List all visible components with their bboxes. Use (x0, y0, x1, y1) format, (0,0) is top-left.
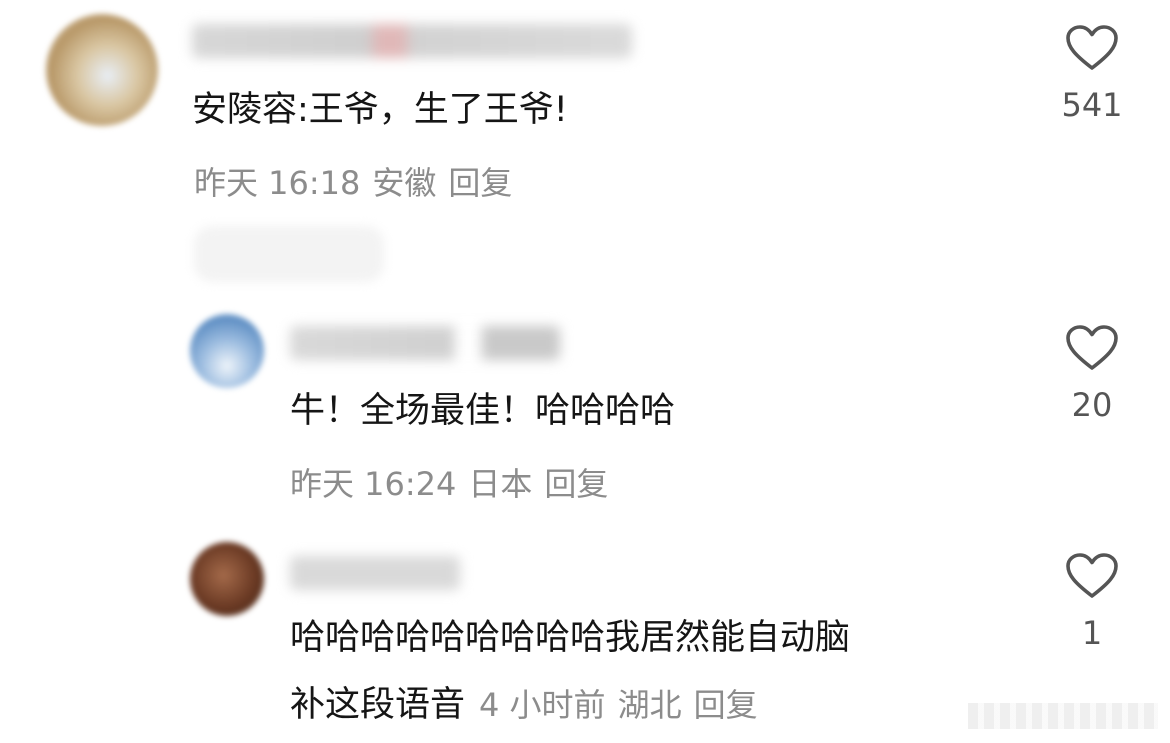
comment-text: 哈哈哈哈哈哈哈哈哈我居然能自动脑 (290, 618, 851, 658)
comment-time: 4 小时前 (479, 686, 606, 724)
reply-button[interactable]: 回复 (694, 686, 758, 724)
comment-time: 昨天 16:24 (290, 465, 457, 503)
like-button[interactable]: 1 (1052, 552, 1132, 652)
username-blurred[interactable] (290, 556, 460, 590)
comment-location: 湖北 (617, 686, 682, 724)
heart-outline-icon (1066, 25, 1118, 70)
like-count: 20 (1071, 386, 1113, 424)
avatar[interactable] (190, 314, 264, 388)
collapsed-replies[interactable] (194, 226, 384, 282)
comment-meta: 昨天 16:24 日本 回复 (290, 459, 620, 505)
comment-text-line2: 补这段语音 4 小时前 湖北 回复 (290, 675, 770, 735)
comment-time: 昨天 16:18 (194, 164, 361, 202)
username-blurred[interactable] (192, 24, 632, 58)
reply-button[interactable]: 回复 (448, 164, 512, 202)
comment-text-continued: 补这段语音 (290, 685, 466, 725)
like-count: 541 (1061, 86, 1123, 124)
comment-text: 安陵容:王爷，生了王爷! (192, 90, 568, 130)
like-count: 1 (1081, 614, 1103, 652)
avatar[interactable] (190, 542, 264, 616)
heart-outline-icon (1066, 325, 1118, 370)
username-blurred[interactable] (290, 326, 560, 360)
watermark (968, 703, 1158, 729)
heart-outline-icon (1066, 553, 1118, 598)
comment-location: 日本 (468, 465, 533, 503)
comment-location: 安徽 (372, 164, 437, 202)
like-button[interactable]: 20 (1052, 324, 1132, 424)
like-button[interactable]: 541 (1052, 24, 1132, 124)
comment-meta: 4 小时前 湖北 回复 (479, 686, 770, 724)
comment-meta: 昨天 16:18 安徽 回复 (194, 158, 524, 204)
comment-text: 牛！全场最佳！哈哈哈哈 (290, 391, 676, 431)
reply-button[interactable]: 回复 (544, 465, 608, 503)
avatar[interactable] (46, 14, 158, 126)
